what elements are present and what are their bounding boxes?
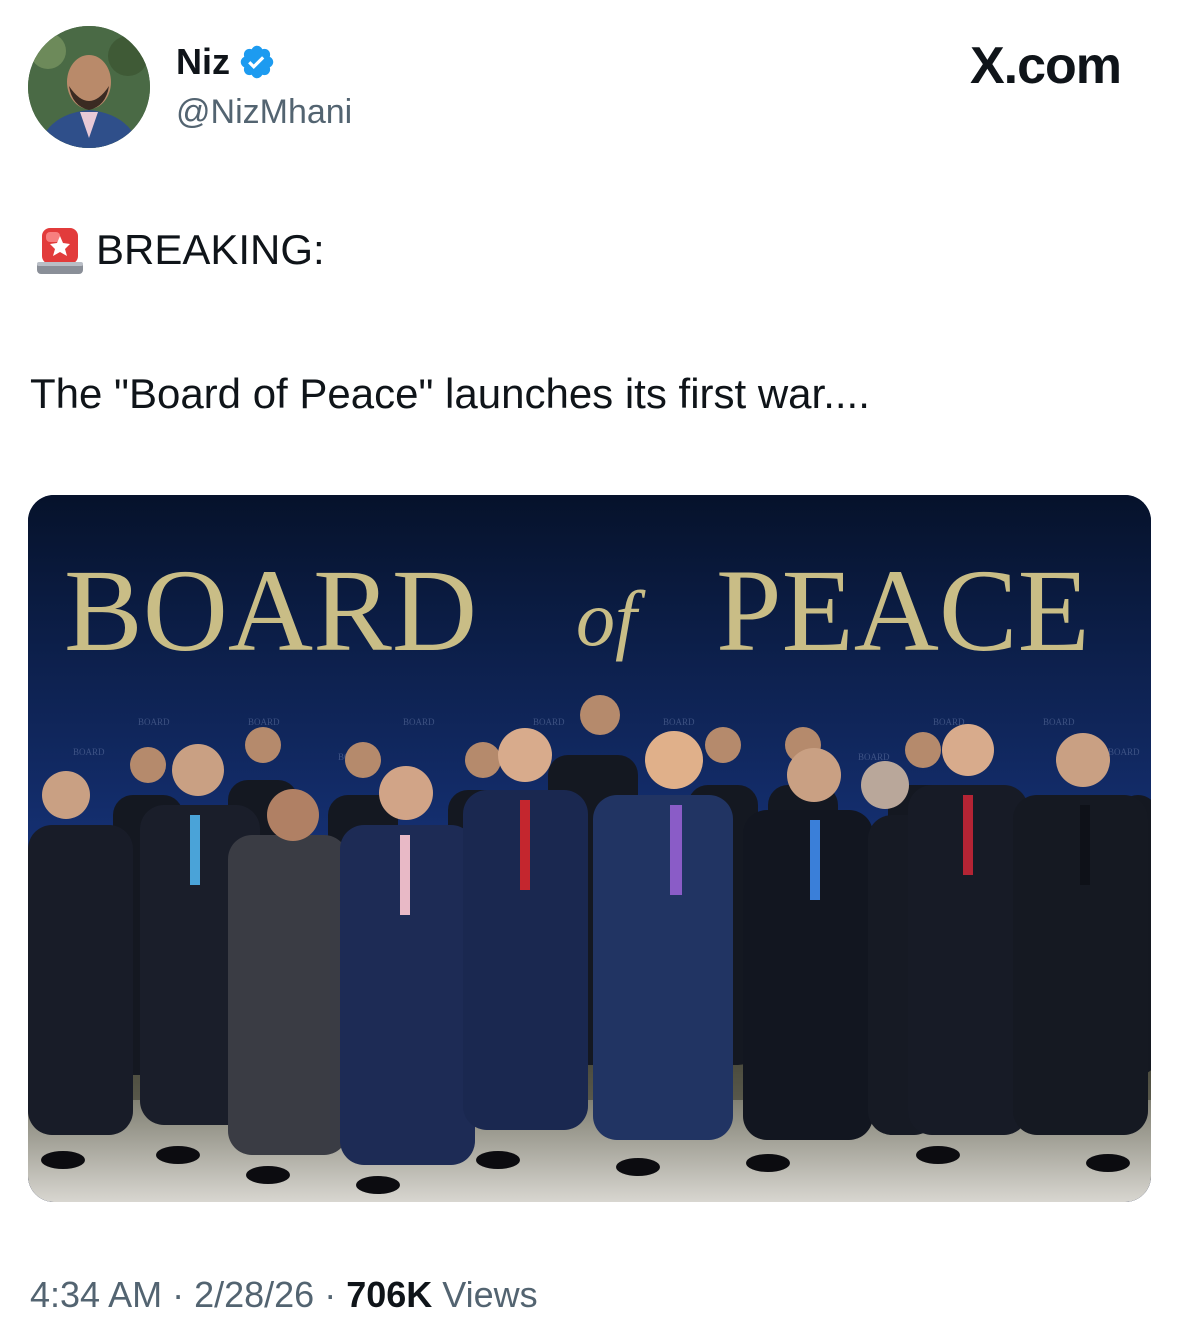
svg-text:BOARD: BOARD — [1043, 717, 1075, 727]
breaking-label: BREAKING: — [96, 226, 325, 273]
backdrop-title-board: BOARD — [64, 545, 477, 676]
meta-separator: · — [314, 1274, 347, 1315]
breaking-line: BREAKING: — [34, 222, 325, 278]
svg-text:BOARD: BOARD — [138, 717, 170, 727]
tweet-text: The "Board of Peace" launches its first … — [30, 370, 870, 417]
svg-text:BOARD: BOARD — [533, 717, 565, 727]
views-count[interactable]: 706K — [346, 1274, 432, 1315]
author-avatar[interactable] — [28, 26, 150, 148]
tweet-date[interactable]: 2/28/26 — [194, 1274, 314, 1315]
views-label: Views — [432, 1274, 538, 1315]
police-light-icon — [37, 228, 83, 274]
svg-text:BOARD: BOARD — [403, 717, 435, 727]
backdrop-title-of: of — [576, 575, 646, 662]
author-display-name[interactable]: Niz — [176, 40, 230, 84]
svg-text:BOARD: BOARD — [858, 752, 890, 762]
backdrop-title-peace: PEACE — [716, 545, 1090, 676]
meta-separator: · — [162, 1274, 195, 1315]
svg-text:BOARD: BOARD — [663, 717, 695, 727]
author-name-row[interactable]: Niz — [176, 40, 276, 84]
x-brand-label: X.com — [969, 37, 1122, 95]
tweet-time[interactable]: 4:34 AM — [30, 1274, 162, 1315]
svg-text:BOARD: BOARD — [73, 747, 105, 757]
group-photo: BOARD BOARD BOARD BOARD BOARD BOARD BOARD BOA… — [28, 495, 1151, 1202]
tweet-meta: 4:34 AM · 2/28/26 · 706K Views — [30, 1272, 538, 1318]
tweet-media-image[interactable]: BOARD BOARD BOARD BOARD BOARD BOARD BOARD BOA… — [28, 495, 1151, 1202]
svg-text:BOARD: BOARD — [1108, 747, 1140, 757]
avatar-photo — [28, 26, 150, 148]
author-handle[interactable]: @NizMhani — [176, 92, 352, 132]
svg-text:BOARD: BOARD — [248, 717, 280, 727]
verified-badge-icon — [240, 45, 274, 79]
